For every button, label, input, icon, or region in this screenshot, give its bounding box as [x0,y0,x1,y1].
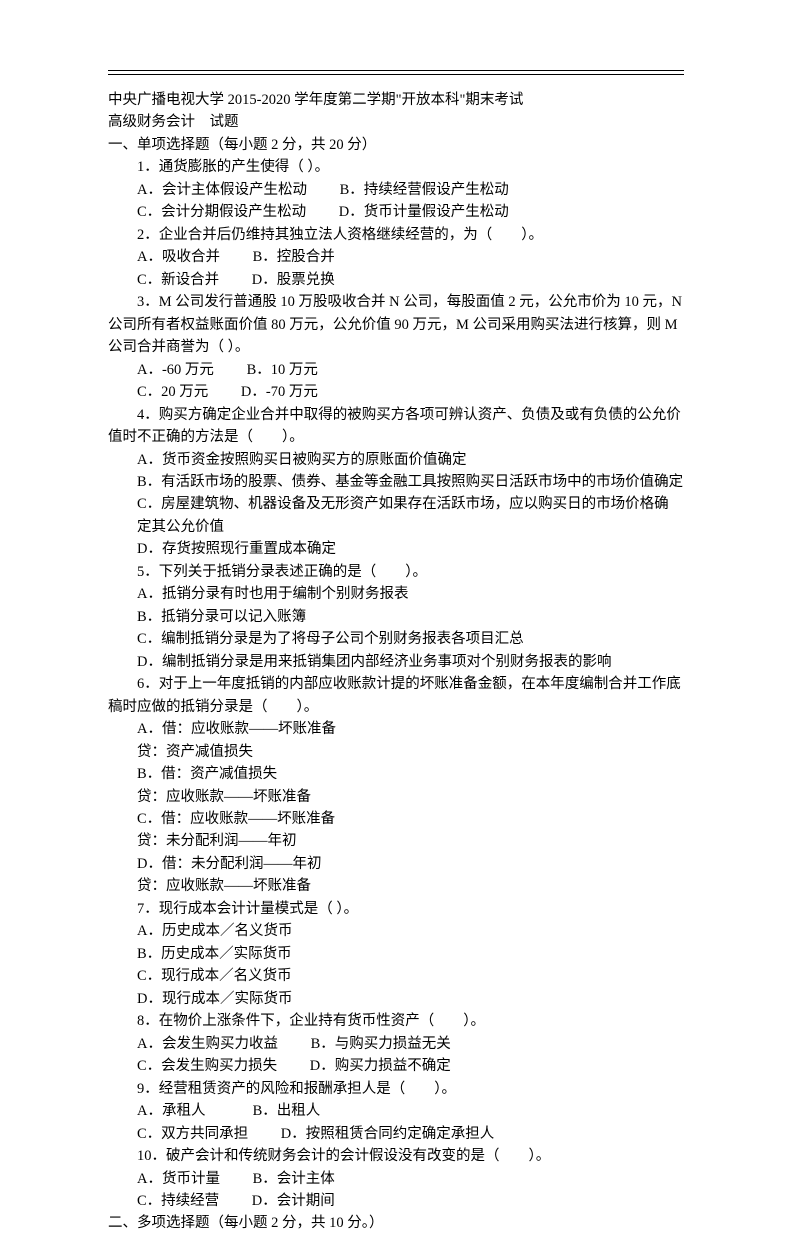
q9-option-d: D．按照租赁合同约定确定承担人 [281,1126,494,1142]
q5-stem: 5．下列关于抵销分录表述正确的是（ ）。 [108,561,684,583]
q6-line1: 6．对于上一年度抵销的内部应收账款计提的坏账准备金额，在本年度编制合并工作底 [108,673,684,695]
q4-option-c2: 定其公允价值 [108,516,684,538]
q7-option-c: C．现行成本／名义货币 [108,965,684,987]
q7-option-d: D．现行成本／实际货币 [108,988,684,1010]
q10-option-a: A．货币计量 [137,1171,220,1187]
q9-option-b: B．出租人 [253,1103,321,1119]
q8-option-d: D．购买力损益不确定 [310,1058,451,1074]
q1-option-a: A．会计主体假设产生松动 [137,182,307,198]
q6-option-c2: 贷：未分配利润——年初 [108,830,684,852]
q5-option-b: B．抵销分录可以记入账簿 [108,606,684,628]
q3-options-row2: C．20 万元 D．-70 万元 [108,381,684,403]
q8-option-b: B．与购买力损益无关 [311,1036,451,1052]
exam-title: 中央广播电视大学 2015-2020 学年度第二学期"开放本科"期末考试 [108,89,684,111]
q9-option-a: A．承租人 [137,1103,205,1119]
q6-option-b1: B．借：资产减值损失 [108,763,684,785]
q5-option-c: C．编制抵销分录是为了将母子公司个别财务报表各项目汇总 [108,628,684,650]
q2-option-d: D．股票兑换 [252,272,335,288]
q6-option-c1: C．借：应收账款——坏账准备 [108,808,684,830]
q6-option-a1: A．借：应收账款——坏账准备 [108,718,684,740]
q6-option-a2: 贷：资产减值损失 [108,741,684,763]
q2-option-b: B．控股合并 [253,249,335,265]
q4-option-a: A．货币资金按照购买日被购买方的原账面价值确定 [108,449,684,471]
q1-option-d: D．货币计量假设产生松动 [339,204,509,220]
q9-option-c: C．双方共同承担 [137,1126,248,1142]
q2-option-a: A．吸收合并 [137,249,220,265]
exam-subtitle: 高级财务会计 试题 [108,111,684,133]
q4-line2: 值时不正确的方法是（ ）。 [108,426,684,448]
q4-line1: 4．购买方确定企业合并中取得的被购买方各项可辨认资产、负债及或有负债的公允价 [108,404,684,426]
q6-option-d1: D．借：未分配利润——年初 [108,853,684,875]
q3-option-c: C．20 万元 [137,384,208,400]
q10-options-row2: C．持续经营 D．会计期间 [108,1190,684,1212]
q8-option-c: C．会发生购买力损失 [137,1058,277,1074]
q1-options-row2: C．会计分期假设产生松动 D．货币计量假设产生松动 [108,201,684,223]
q6-option-b2: 贷：应收账款——坏账准备 [108,786,684,808]
q3-line1: 3．M 公司发行普通股 10 万股吸收合并 N 公司，每股面值 2 元，公允市价… [108,291,684,313]
q1-option-b: B．持续经营假设产生松动 [340,182,509,198]
q6-line2: 稿时应做的抵销分录是（ ）。 [108,696,684,718]
q4-option-b: B．有活跃市场的股票、债券、基金等金融工具按照购买日活跃市场中的市场价值确定 [108,471,684,493]
q5-option-a: A．抵销分录有时也用于编制个别财务报表 [108,583,684,605]
q10-option-c: C．持续经营 [137,1193,219,1209]
q10-option-d: D．会计期间 [252,1193,335,1209]
q2-options-row2: C．新设合并 D．股票兑换 [108,269,684,291]
q8-option-a: A．会发生购买力收益 [137,1036,278,1052]
q2-option-c: C．新设合并 [137,272,219,288]
q3-option-d: D．-70 万元 [241,384,318,400]
q4-option-d: D．存货按照现行重置成本确定 [108,538,684,560]
q3-option-b: B．10 万元 [247,362,318,378]
q8-stem: 8．在物价上涨条件下，企业持有货币性资产（ ）。 [108,1010,684,1032]
q8-options-row1: A．会发生购买力收益 B．与购买力损益无关 [108,1033,684,1055]
q3-options-row1: A．-60 万元 B．10 万元 [108,359,684,381]
section-2-heading: 二、多项选择题（每小题 2 分，共 10 分。） [108,1212,684,1234]
q3-line3: 公司合并商誉为（ ）。 [108,336,684,358]
q10-options-row1: A．货币计量 B．会计主体 [108,1168,684,1190]
q10-option-b: B．会计主体 [253,1171,335,1187]
q4-option-c1: C．房屋建筑物、机器设备及无形资产如果存在活跃市场，应以购买日的市场价格确 [108,493,684,515]
q9-options-row2: C．双方共同承担 D．按照租赁合同约定确定承担人 [108,1123,684,1145]
q9-stem: 9．经营租赁资产的风险和报酬承担人是（ ）。 [108,1078,684,1100]
q6-option-d2: 贷：应收账款——坏账准备 [108,875,684,897]
q1-option-c: C．会计分期假设产生松动 [137,204,306,220]
q2-stem: 2．企业合并后仍维持其独立法人资格继续经营的，为（ ）。 [108,224,684,246]
top-rule [108,70,684,75]
q2-options-row1: A．吸收合并 B．控股合并 [108,246,684,268]
q3-option-a: A．-60 万元 [137,362,214,378]
q5-option-d: D．编制抵销分录是用来抵销集团内部经济业务事项对个别财务报表的影响 [108,651,684,673]
q7-option-b: B．历史成本／实际货币 [108,943,684,965]
section-1-heading: 一、单项选择题（每小题 2 分，共 20 分） [108,134,684,156]
q3-line2: 公司所有者权益账面价值 80 万元，公允价值 90 万元，M 公司采用购买法进行… [108,314,684,336]
q1-options-row1: A．会计主体假设产生松动 B．持续经营假设产生松动 [108,179,684,201]
q7-stem: 7．现行成本会计计量模式是（ ）。 [108,898,684,920]
q10-stem: 10．破产会计和传统财务会计的会计假设没有改变的是（ ）。 [108,1145,684,1167]
q9-options-row1: A．承租人 B．出租人 [108,1100,684,1122]
q8-options-row2: C．会发生购买力损失 D．购买力损益不确定 [108,1055,684,1077]
q1-stem: 1．通货膨胀的产生使得（ ）。 [108,156,684,178]
q7-option-a: A．历史成本／名义货币 [108,920,684,942]
